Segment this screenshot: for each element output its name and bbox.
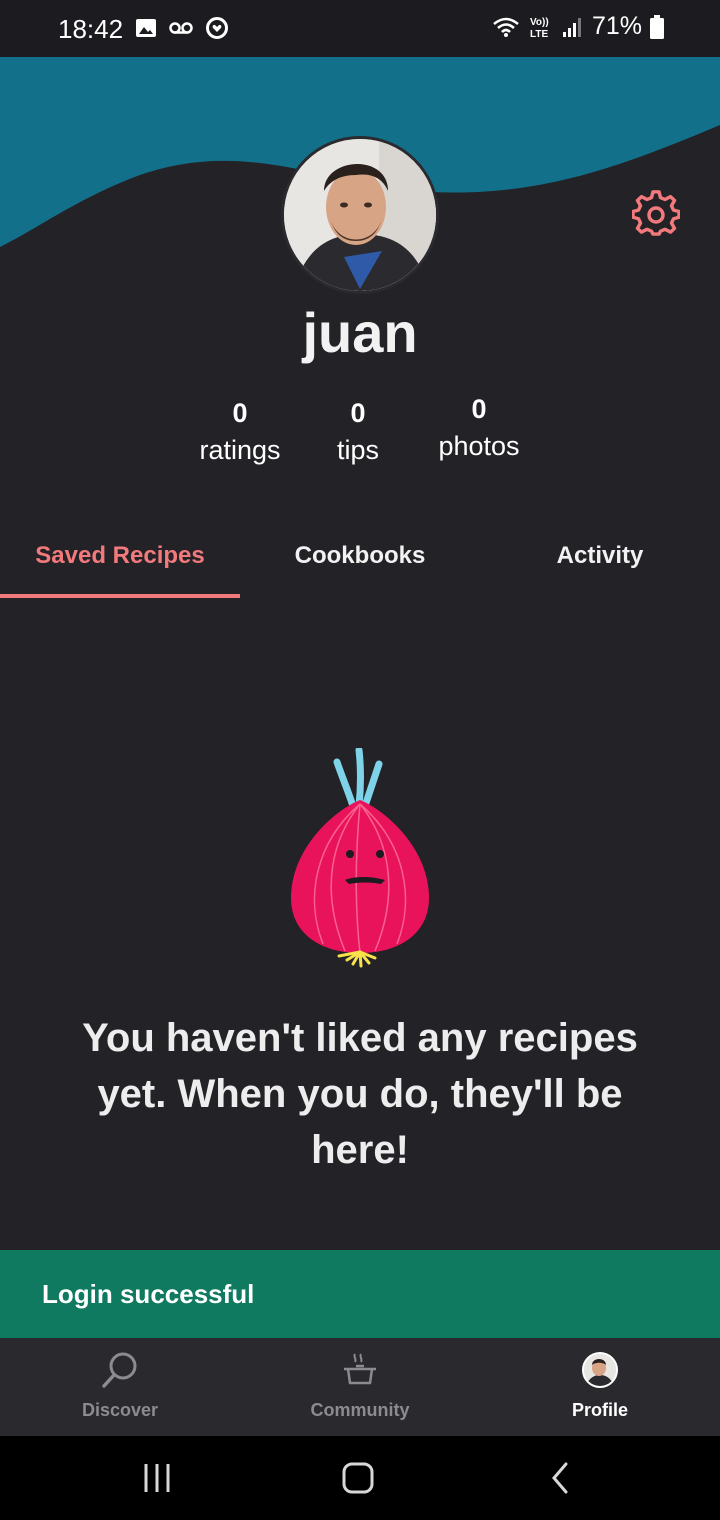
- stat-tips[interactable]: 0 tips: [288, 398, 428, 466]
- gallery-icon: [136, 19, 156, 37]
- system-nav-bar: [0, 1436, 720, 1520]
- onion-illustration: [291, 748, 429, 968]
- status-time: 18:42: [58, 14, 124, 44]
- recent-apps-icon[interactable]: [128, 1456, 188, 1500]
- avatar-photo: [284, 139, 436, 291]
- stat-tips-value: 0: [350, 398, 366, 428]
- login-toast: Login successful: [0, 1250, 720, 1338]
- nav-community-label: Community: [310, 1400, 410, 1420]
- stat-photos-value: 0: [471, 394, 487, 424]
- pot-icon: [344, 1353, 376, 1385]
- svg-text:LTE: LTE: [530, 29, 548, 39]
- nav-community[interactable]: Community: [240, 1338, 480, 1436]
- nav-discover-label: Discover: [81, 1400, 159, 1420]
- empty-state-message: You haven't liked any recipes yet. When …: [82, 1016, 638, 1172]
- stat-photos-label: photos: [438, 431, 520, 461]
- bottom-nav: Discover Community Profile: [0, 1338, 720, 1436]
- profile-tabs: Saved Recipes Cookbooks Activity: [0, 520, 720, 598]
- search-icon: [102, 1352, 137, 1388]
- settings-gear-icon[interactable]: [632, 190, 680, 238]
- signal-icon: [562, 17, 581, 37]
- app-notification-icon: [206, 17, 228, 39]
- nav-profile-label: Profile: [571, 1400, 628, 1420]
- status-notification-icons: [135, 16, 229, 40]
- battery-percent: 71%: [591, 12, 642, 40]
- stat-photos[interactable]: 0 photos: [409, 394, 549, 462]
- nav-discover[interactable]: Discover: [0, 1338, 240, 1436]
- tab-saved-recipes[interactable]: Saved Recipes: [0, 520, 240, 598]
- home-icon[interactable]: [328, 1456, 388, 1500]
- voicemail-icon: [169, 22, 193, 34]
- profile-screen: 18:42 Vo)) LTE 71% juan 0 ratings 0 tips…: [0, 0, 720, 1520]
- volte-icon: Vo)) LTE: [530, 17, 549, 39]
- wifi-icon: [493, 17, 519, 37]
- stat-tips-label: tips: [336, 435, 380, 465]
- svg-text:Vo)): Vo)): [530, 17, 549, 28]
- tab-activity[interactable]: Activity: [480, 520, 720, 598]
- saved-recipes-panel: You haven't liked any recipes yet. When …: [0, 598, 720, 1250]
- profile-avatar[interactable]: [281, 136, 439, 294]
- status-bar: 18:42 Vo)) LTE 71%: [0, 0, 720, 57]
- tab-cookbooks[interactable]: Cookbooks: [240, 520, 480, 598]
- profile-avatar-icon: [582, 1352, 618, 1388]
- nav-profile[interactable]: Profile: [480, 1338, 720, 1436]
- back-icon[interactable]: [532, 1456, 592, 1500]
- battery-icon: [650, 14, 664, 39]
- toast-text: Login successful: [42, 1279, 255, 1309]
- status-system-icons: Vo)) LTE 71%: [492, 12, 664, 41]
- profile-username: juan: [302, 301, 418, 364]
